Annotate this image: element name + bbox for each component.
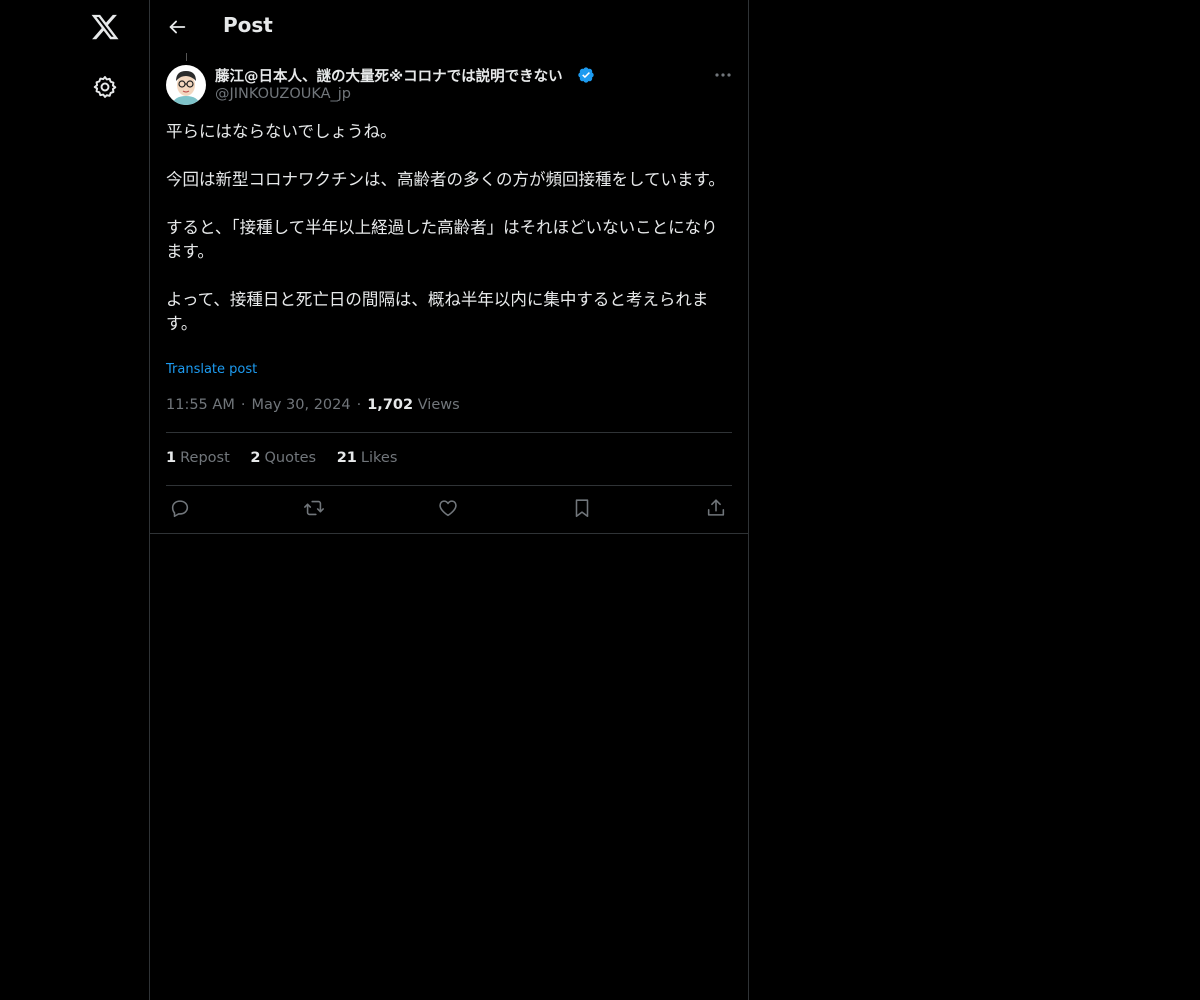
- post-time-link[interactable]: 11:55 AM: [166, 397, 235, 413]
- post-paragraph: すると、「接種して半年以上経過した高齢者」はそれほどいないことになります。: [166, 218, 718, 261]
- gear-icon[interactable]: [92, 74, 118, 100]
- views-label: Views: [417, 397, 460, 413]
- quotes-label: Quotes: [264, 450, 317, 466]
- divider: [166, 485, 732, 486]
- verified-badge-icon: [577, 66, 595, 84]
- page-title: Post: [223, 13, 273, 37]
- action-bar: [166, 497, 732, 521]
- post-date: May 30, 2024: [251, 397, 351, 413]
- divider: [166, 432, 732, 433]
- post-paragraph: 今回は新型コロナワクチンは、高齢者の多くの方が頻回接種をしています。: [166, 170, 725, 189]
- post-date-link[interactable]: May 30, 2024: [251, 397, 350, 413]
- reply-icon[interactable]: [169, 497, 193, 521]
- left-sidebar: [0, 0, 149, 1000]
- arrow-left-icon[interactable]: [166, 16, 188, 38]
- share-icon[interactable]: [705, 497, 729, 521]
- quotes-count: 2: [250, 450, 261, 466]
- main-column: Post 藤江@日本人、謎の大量死※コロナでは説明できない @JINKOUZOU…: [149, 0, 749, 1000]
- post-text: 平らにはならないでしょうね。 今回は新型コロナワクチンは、高齢者の多くの方が頻回…: [166, 120, 732, 336]
- post-time: 11:55 AM: [166, 397, 235, 413]
- reposts-stat[interactable]: 1 Repost: [166, 450, 230, 466]
- post-paragraph: 平らにはならないでしょうね。: [166, 122, 397, 141]
- heart-icon[interactable]: [437, 497, 461, 521]
- likes-stat[interactable]: 21 Likes: [337, 450, 398, 466]
- reposts-label: Repost: [180, 450, 230, 466]
- meta-separator: ·: [356, 397, 362, 413]
- post-bottom-border: [150, 533, 748, 534]
- translate-post-link[interactable]: Translate post: [166, 362, 257, 377]
- bookmark-icon[interactable]: [571, 497, 595, 521]
- author-handle[interactable]: @JINKOUZOUKA_jp: [215, 86, 351, 102]
- reposts-count: 1: [166, 450, 177, 466]
- meta-separator: ·: [240, 397, 246, 413]
- x-logo-icon[interactable]: [90, 12, 120, 42]
- post-meta: 11:55 AM · May 30, 2024 · 1,702 Views: [166, 397, 460, 413]
- page-header: Post: [150, 0, 748, 53]
- author-name[interactable]: 藤江@日本人、謎の大量死※コロナでは説明できない: [215, 65, 563, 86]
- likes-count: 21: [336, 450, 357, 466]
- post-stats: 1 Repost 2 Quotes 21 Likes: [166, 450, 413, 466]
- likes-label: Likes: [360, 450, 398, 466]
- ellipsis-icon[interactable]: [712, 66, 734, 84]
- repost-icon[interactable]: [303, 497, 327, 521]
- quotes-stat[interactable]: 2 Quotes: [250, 450, 316, 466]
- post-paragraph: よって、接種日と死亡日の間隔は、概ね半年以内に集中すると考えられます。: [166, 290, 709, 333]
- views-count: 1,702: [367, 397, 414, 413]
- avatar[interactable]: [166, 65, 206, 105]
- thread-connector-line: [186, 53, 187, 61]
